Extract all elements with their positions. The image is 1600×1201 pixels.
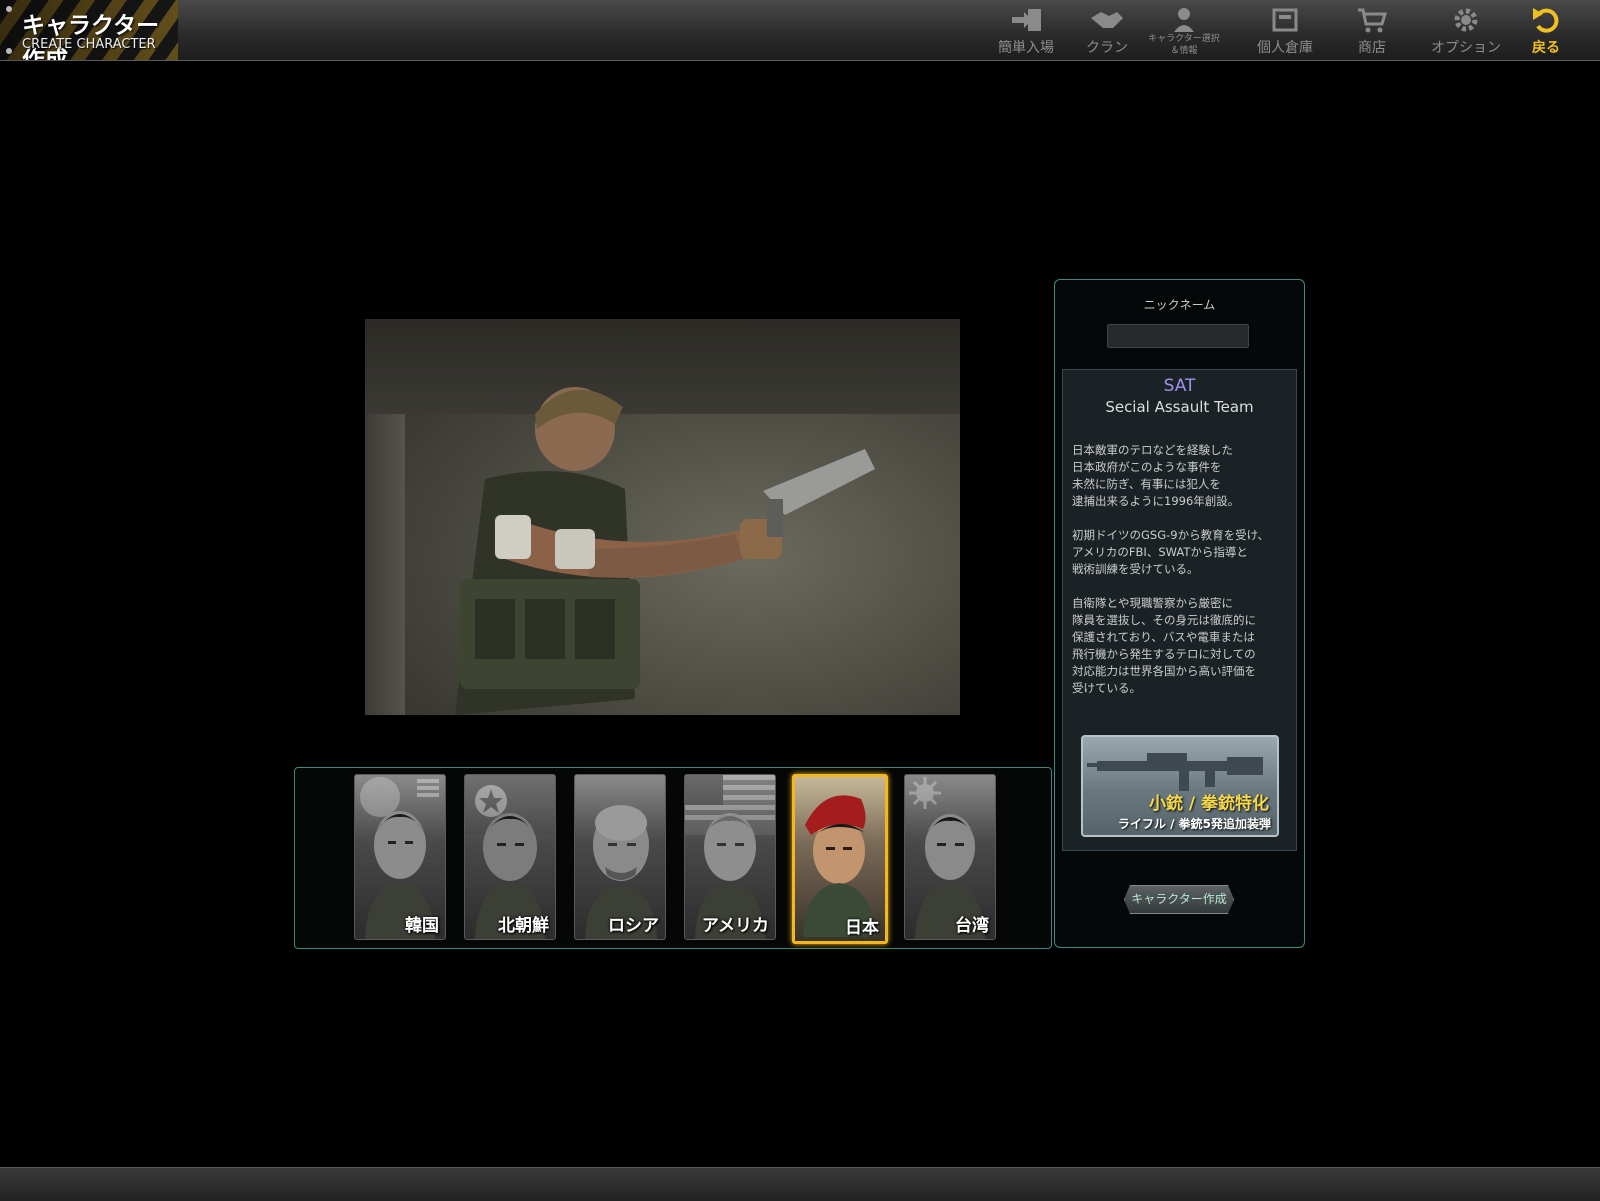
nav-character-select[interactable]: キャラクター選択 ＆情報 bbox=[1148, 0, 1220, 60]
back-arrow-icon bbox=[1533, 8, 1559, 33]
weapon-specialty-subtitle: ライフル / 拳銃5発追加装弾 bbox=[1117, 817, 1271, 831]
weapon-specialty-badge: 小銃 / 拳銃特化 ライフル / 拳銃5発追加装弾 bbox=[1081, 735, 1279, 837]
bottom-bar bbox=[0, 1167, 1600, 1201]
top-bar: キャラクター作成 CREATE CHARACTER 簡単入場 クラン キャラクタ… bbox=[0, 0, 1600, 61]
screen-title-block: キャラクター作成 CREATE CHARACTER bbox=[0, 0, 178, 60]
nav-personal-storage[interactable]: 個人倉庫 bbox=[1240, 0, 1330, 60]
storage-box-icon bbox=[1272, 8, 1298, 32]
nav-label: クラン bbox=[1086, 40, 1128, 56]
team-description-paragraph: 自衛隊とや現職警察から厳密に 隊員を選抜し、その身元は徹底的に 保護されており、… bbox=[1072, 596, 1256, 695]
soldier-aiming-pistol-illustration bbox=[455, 387, 875, 715]
character-name: 台湾 bbox=[955, 916, 989, 936]
nav-label: オプション bbox=[1431, 40, 1501, 56]
character-selector-panel: 韓国 北朝鮮 ロシア アメリカ 日本 台湾 bbox=[294, 767, 1052, 949]
nav-options[interactable]: オプション bbox=[1420, 0, 1512, 60]
nav-back[interactable]: 戻る bbox=[1518, 0, 1574, 60]
nav-label: 簡単入場 bbox=[998, 40, 1054, 56]
shopping-cart-icon bbox=[1358, 8, 1388, 33]
character-card-usa[interactable]: アメリカ bbox=[684, 774, 776, 940]
nav-shop[interactable]: 商店 bbox=[1338, 0, 1406, 60]
character-name: 韓国 bbox=[405, 916, 439, 936]
gear-icon bbox=[1454, 8, 1478, 32]
nickname-input[interactable] bbox=[1107, 324, 1249, 348]
weapon-specialty-title: 小銃 / 拳銃特化 bbox=[1148, 794, 1269, 814]
character-name: ロシア bbox=[608, 916, 659, 936]
nav-label: 戻る bbox=[1532, 40, 1560, 56]
nav-label: 個人倉庫 bbox=[1257, 40, 1313, 56]
character-card-russia[interactable]: ロシア bbox=[574, 774, 666, 940]
nav-clan[interactable]: クラン bbox=[1074, 0, 1140, 60]
character-name: アメリカ bbox=[701, 916, 769, 936]
character-card-taiwan[interactable]: 台湾 bbox=[904, 774, 996, 940]
team-info-box: SAT Secial Assault Team 日本敵軍のテロなどを経験した 日… bbox=[1062, 369, 1297, 851]
character-info-panel: ニックネーム SAT Secial Assault Team 日本敵軍のテロなど… bbox=[1054, 279, 1305, 948]
enter-door-icon bbox=[1012, 9, 1041, 31]
nickname-label: ニックネーム bbox=[1143, 298, 1216, 312]
character-preview-image bbox=[365, 319, 960, 715]
nav-label: キャラクター選択 ＆情報 bbox=[1148, 34, 1220, 56]
character-name: 日本 bbox=[845, 918, 879, 938]
person-icon bbox=[1174, 8, 1194, 32]
character-card-north-korea[interactable]: 北朝鮮 bbox=[464, 774, 556, 940]
character-card-japan[interactable]: 日本 bbox=[792, 774, 888, 944]
rivet-decoration bbox=[6, 6, 12, 12]
nav-label: 商店 bbox=[1358, 40, 1386, 56]
create-character-button[interactable]: キャラクター作成 bbox=[1124, 885, 1234, 914]
screen-title-en: CREATE CHARACTER bbox=[22, 37, 156, 52]
team-description: 日本敵軍のテロなどを経験した 日本政府がこのような事件を 未然に防ぎ、有事には犯… bbox=[1072, 442, 1292, 714]
handshake-icon bbox=[1091, 12, 1123, 28]
nav-quick-join[interactable]: 簡単入場 bbox=[988, 0, 1064, 60]
team-description-paragraph: 日本敵軍のテロなどを経験した 日本政府がこのような事件を 未然に防ぎ、有事には犯… bbox=[1072, 443, 1240, 508]
character-name: 北朝鮮 bbox=[498, 916, 549, 936]
assault-rifle-icon bbox=[1087, 753, 1263, 791]
team-full-name: Secial Assault Team bbox=[1105, 398, 1254, 416]
team-abbreviation: SAT bbox=[1163, 376, 1196, 396]
character-card-korea[interactable]: 韓国 bbox=[354, 774, 446, 940]
rivet-decoration bbox=[6, 48, 12, 54]
team-description-paragraph: 初期ドイツのGSG-9から教育を受け、 アメリカのFBI、SWATから指導と 戦… bbox=[1072, 528, 1270, 576]
